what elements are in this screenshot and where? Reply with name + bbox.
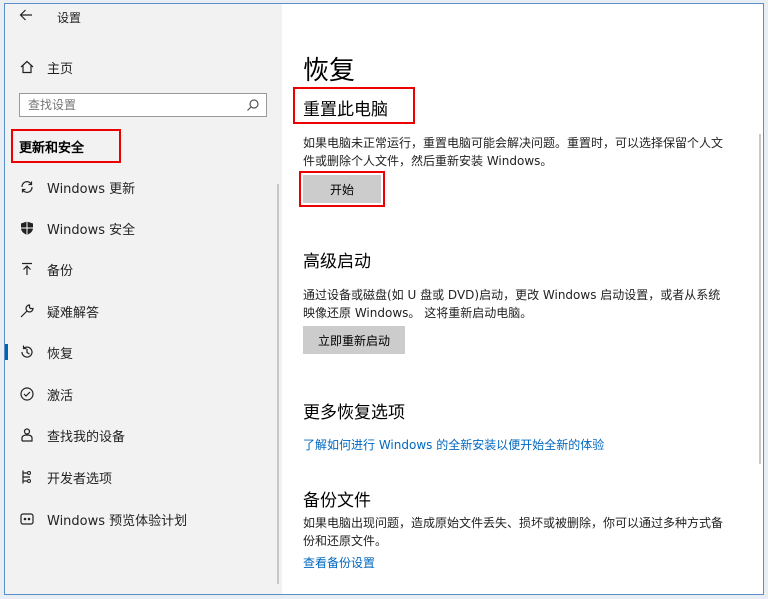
advanced-startup-description: 通过设备或磁盘(如 U 盘或 DVD)启动，更改 Windows 启动设置，或者… [303,288,721,320]
sidebar-item-label: Windows 更新 [47,181,136,197]
shield-icon [19,220,35,236]
person-location-icon [19,427,35,443]
sidebar-item-label: 开发者选项 [47,471,113,487]
sidebar-item-insider[interactable]: Windows 预览体验计划 [5,506,282,532]
highlight-box-section [11,129,121,163]
backup-settings-link[interactable]: 查看备份设置 [303,554,375,571]
sidebar-item-label: 恢复 [47,346,74,362]
highlight-box-start [299,171,385,207]
back-arrow-icon [19,9,32,21]
reset-description: 如果电脑未正常运行，重置电脑可能会解决问题。重置时，可以选择保留个人文件或删除个… [303,136,724,168]
app-title: 设置 [57,11,82,25]
backup-arrow-icon [19,261,35,277]
back-button[interactable] [15,7,37,27]
sidebar-item-label: Windows 预览体验计划 [47,513,188,529]
restart-now-button[interactable]: 立即重新启动 [303,326,405,354]
dev-tools-icon [19,469,35,485]
sidebar-item-windows-security[interactable]: Windows 安全 [5,215,282,241]
home-nav-item[interactable]: 主页 [19,56,73,78]
sidebar-item-troubleshoot[interactable]: 疑难解答 [5,298,282,324]
active-indicator [5,344,8,360]
sidebar-item-label: 激活 [47,388,74,404]
settings-window: 主页 更新和安全 Windows 更新 Windows 安全 [4,3,764,595]
sidebar-item-backup[interactable]: 备份 [5,256,282,282]
backup-description: 如果电脑出现问题，造成原始文件丢失、损坏或被删除，你可以通过多种方式备份和还原文… [303,516,724,548]
sidebar-item-label: Windows 安全 [47,222,136,238]
sidebar-item-windows-update[interactable]: Windows 更新 [5,174,282,200]
sidebar-item-label: 疑难解答 [47,305,100,321]
backup-heading: 备份文件 [303,491,371,511]
search-input[interactable] [20,94,238,116]
sidebar-item-activation[interactable]: 激活 [5,381,282,407]
sync-icon [19,179,35,195]
sidebar-item-recovery[interactable]: 恢复 [5,339,282,365]
sidebar-item-find-my-device[interactable]: 查找我的设备 [5,422,282,448]
sidebar-item-developer[interactable]: 开发者选项 [5,464,282,490]
sidebar: 主页 更新和安全 Windows 更新 Windows 安全 [5,4,282,594]
more-options-heading: 更多恢复选项 [303,403,405,423]
fresh-install-link[interactable]: 了解如何进行 Windows 的全新安装以便开始全新的体验 [303,436,604,453]
check-circle-icon [19,386,35,402]
page-title: 恢复 [303,56,356,86]
content-pane: 恢复 重置此电脑 如果电脑未正常运行，重置电脑可能会解决问题。重置时，可以选择保… [282,4,763,594]
sidebar-item-label: 备份 [47,263,74,279]
wrench-icon [19,303,35,319]
home-label: 主页 [47,61,74,77]
search-box[interactable] [19,93,267,117]
advanced-startup-heading: 高级启动 [303,252,371,272]
highlight-box-reset [293,87,415,124]
history-icon [19,344,35,360]
content-scrollbar[interactable] [759,134,761,464]
sidebar-item-label: 查找我的设备 [47,429,126,445]
insider-icon [19,511,35,527]
home-icon [19,60,35,74]
sidebar-scrollbar[interactable] [277,184,279,584]
search-icon[interactable] [246,97,260,116]
